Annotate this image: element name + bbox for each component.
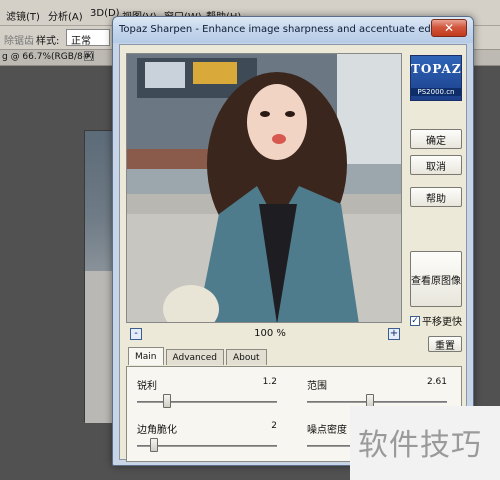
close-tab-icon[interactable]: × xyxy=(84,51,94,61)
dialog-body: - 100 % + TOPAZ PS2000.cn 确定 取消 帮助 查看原图像… xyxy=(119,44,467,462)
logo-subtext: PS2000.cn xyxy=(411,88,461,96)
param-value[interactable]: 2.61 xyxy=(427,377,447,387)
tab-main[interactable]: Main xyxy=(128,347,164,365)
style-select[interactable]: 正常 xyxy=(66,29,110,47)
pan-faster-checkbox[interactable]: ✓ xyxy=(410,315,420,326)
preview-image[interactable] xyxy=(126,53,402,323)
param-label: 边角脆化 xyxy=(137,425,177,436)
antialias-label: 除锯齿 xyxy=(4,36,34,47)
tab-bar: Main Advanced About xyxy=(128,347,269,367)
slider-thumb[interactable] xyxy=(150,438,158,452)
zoom-level: 100 % xyxy=(254,328,286,339)
param-label: 锐利 xyxy=(137,381,157,392)
slider-track[interactable] xyxy=(137,401,277,403)
dialog-title: Topaz Sharpen - Enhance image sharpness … xyxy=(119,24,449,35)
tab-about[interactable]: About xyxy=(225,349,267,365)
view-original-button[interactable]: 查看原图像 xyxy=(410,251,462,307)
param-label: 范围 xyxy=(307,381,327,392)
menu-analysis[interactable]: 分析(A) xyxy=(48,8,83,23)
param-value[interactable]: 2 xyxy=(271,421,277,431)
param-label: 噪点密度 xyxy=(307,425,347,436)
close-icon[interactable]: ✕ xyxy=(431,19,467,37)
help-button[interactable]: 帮助 xyxy=(410,187,462,207)
document-tab[interactable]: g @ 66.7%(RGB/8#) xyxy=(2,52,94,62)
dialog-titlebar[interactable]: Topaz Sharpen - Enhance image sharpness … xyxy=(113,17,473,43)
pan-faster-option[interactable]: ✓ 平移更快 xyxy=(410,313,462,328)
cancel-button[interactable]: 取消 xyxy=(410,155,462,175)
watermark: 软件技巧 xyxy=(350,406,500,480)
slider-thumb[interactable] xyxy=(163,394,171,408)
preview-photo xyxy=(127,54,401,322)
menu-filter[interactable]: 滤镜(T) xyxy=(6,8,40,23)
slider-track[interactable] xyxy=(137,445,277,447)
logo-text: TOPAZ xyxy=(411,62,462,76)
reset-button[interactable]: 重置 xyxy=(428,336,462,352)
slider-track[interactable] xyxy=(307,401,447,403)
zoom-in-button[interactable]: + xyxy=(388,328,400,340)
zoom-out-button[interactable]: - xyxy=(130,328,142,340)
watermark-text: 软件技巧 xyxy=(358,428,482,463)
topaz-logo: TOPAZ PS2000.cn xyxy=(410,55,462,101)
tab-advanced[interactable]: Advanced xyxy=(165,349,224,365)
pan-faster-label: 平移更快 xyxy=(422,317,462,328)
topaz-sharpen-dialog: Topaz Sharpen - Enhance image sharpness … xyxy=(112,16,474,466)
param-value[interactable]: 1.2 xyxy=(263,377,277,387)
ok-button[interactable]: 确定 xyxy=(410,129,462,149)
style-label: 样式: xyxy=(36,36,60,47)
